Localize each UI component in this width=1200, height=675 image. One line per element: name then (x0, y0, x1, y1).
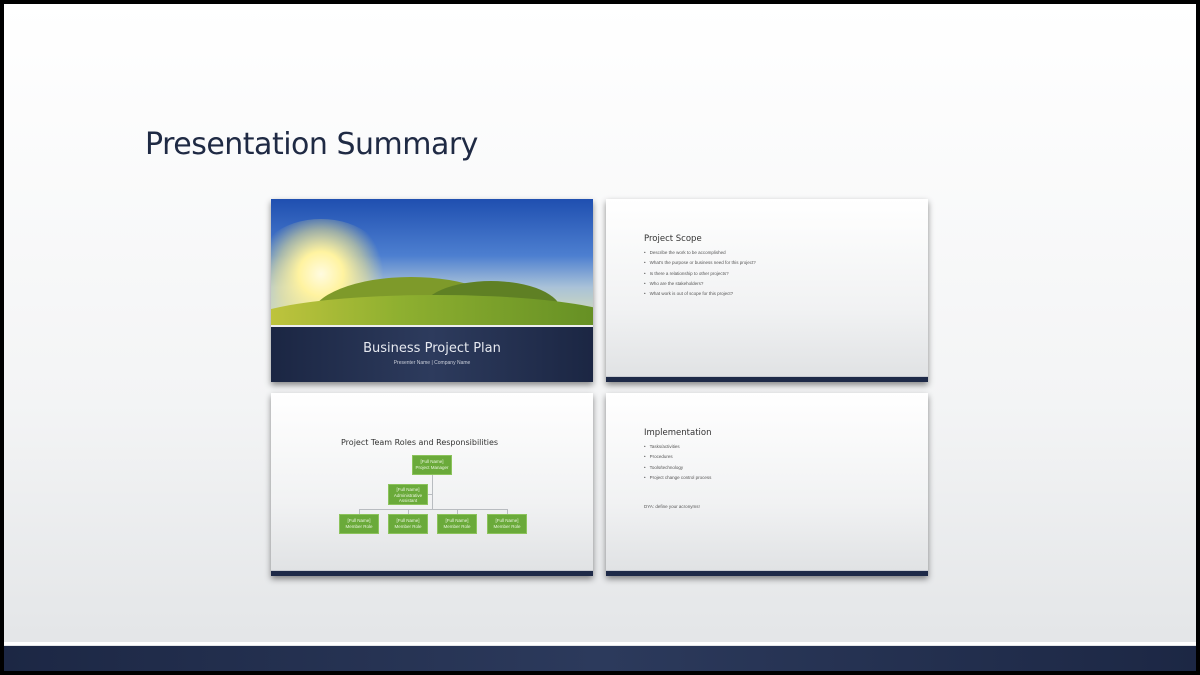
bullet: Tools/technology (644, 465, 711, 475)
org-box-member: [Full Name] Member Role (487, 514, 527, 534)
presentation-stage: Presentation Summary Business Project Pl… (4, 4, 1196, 671)
slide-thumbnail-1[interactable]: Business Project Plan Presenter Name | C… (271, 199, 593, 382)
slide-thumbnail-3[interactable]: Project Team Roles and Responsibilities … (271, 393, 593, 576)
slide-subtitle: Presenter Name | Company Name (393, 360, 471, 366)
slide-title: Implementation (644, 428, 712, 438)
bullet: Describe the work to be accomplished (644, 250, 756, 260)
bullet: Who are the stakeholders? (644, 281, 756, 291)
slide-thumbnail-2[interactable]: Project Scope Describe the work to be ac… (606, 199, 928, 382)
footer-band (4, 646, 1196, 671)
title-band: Business Project Plan Presenter Name | C… (271, 327, 593, 382)
bullet: Is there a relationship to other project… (644, 271, 756, 281)
bullet: Procedures (644, 454, 711, 464)
footer-strip (606, 376, 928, 382)
org-box-member: [Full Name] Member Role (437, 514, 477, 534)
org-box-member: [Full Name] Member Role (388, 514, 428, 534)
footer-divider (4, 642, 1196, 645)
slide-title: Project Team Roles and Responsibilities (341, 438, 499, 447)
hero-image (271, 199, 593, 325)
org-box-administrative-assistant: [Full Name] Administrative Assistant (388, 484, 428, 505)
slide-title: Business Project Plan (363, 341, 501, 356)
bullet-list: Describe the work to be accomplished Wha… (644, 250, 756, 301)
bullet: Project change control process (644, 475, 712, 485)
org-box-project-manager: [Full Name] Project Manager (412, 455, 452, 475)
bullet-list: Tasks/activities Procedures Tools/techno… (644, 444, 712, 485)
org-box-member: [Full Name] Member Role (339, 514, 379, 534)
bullet: Tasks/activities (644, 444, 711, 454)
footer-strip (606, 570, 928, 576)
bullet: What's the purpose or business need for … (644, 260, 756, 270)
slide-note: DYA: define your acronyms! (644, 504, 700, 509)
page-title: Presentation Summary (145, 127, 478, 162)
slide-title: Project Scope (644, 234, 702, 244)
slide-thumbnail-4[interactable]: Implementation Tasks/activities Procedur… (606, 393, 928, 576)
footer-strip (271, 570, 593, 576)
bullet: What work is out of scope for this proje… (644, 291, 756, 301)
